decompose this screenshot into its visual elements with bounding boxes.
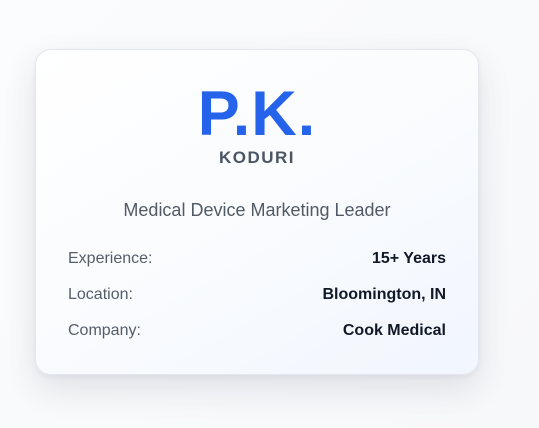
company-label: Company:: [68, 322, 141, 339]
detail-row-experience: Experience: 15+ Years: [68, 248, 446, 270]
profile-initials: P.K.: [197, 79, 317, 149]
location-value: Bloomington, IN: [322, 286, 446, 303]
profile-surname: KODURI: [218, 148, 296, 167]
profile-role: Medical Device Marketing Leader: [123, 200, 391, 220]
detail-row-company: Company: Cook Medical: [68, 320, 446, 342]
experience-label: Experience:: [68, 250, 153, 267]
detail-row-location: Location: Bloomington, IN: [68, 284, 446, 306]
experience-value: 15+ Years: [371, 250, 446, 267]
company-value: Cook Medical: [342, 322, 446, 339]
location-label: Location:: [68, 286, 133, 303]
profile-card: P.K. KODURI Medical Device Marketing Lea…: [35, 49, 479, 375]
